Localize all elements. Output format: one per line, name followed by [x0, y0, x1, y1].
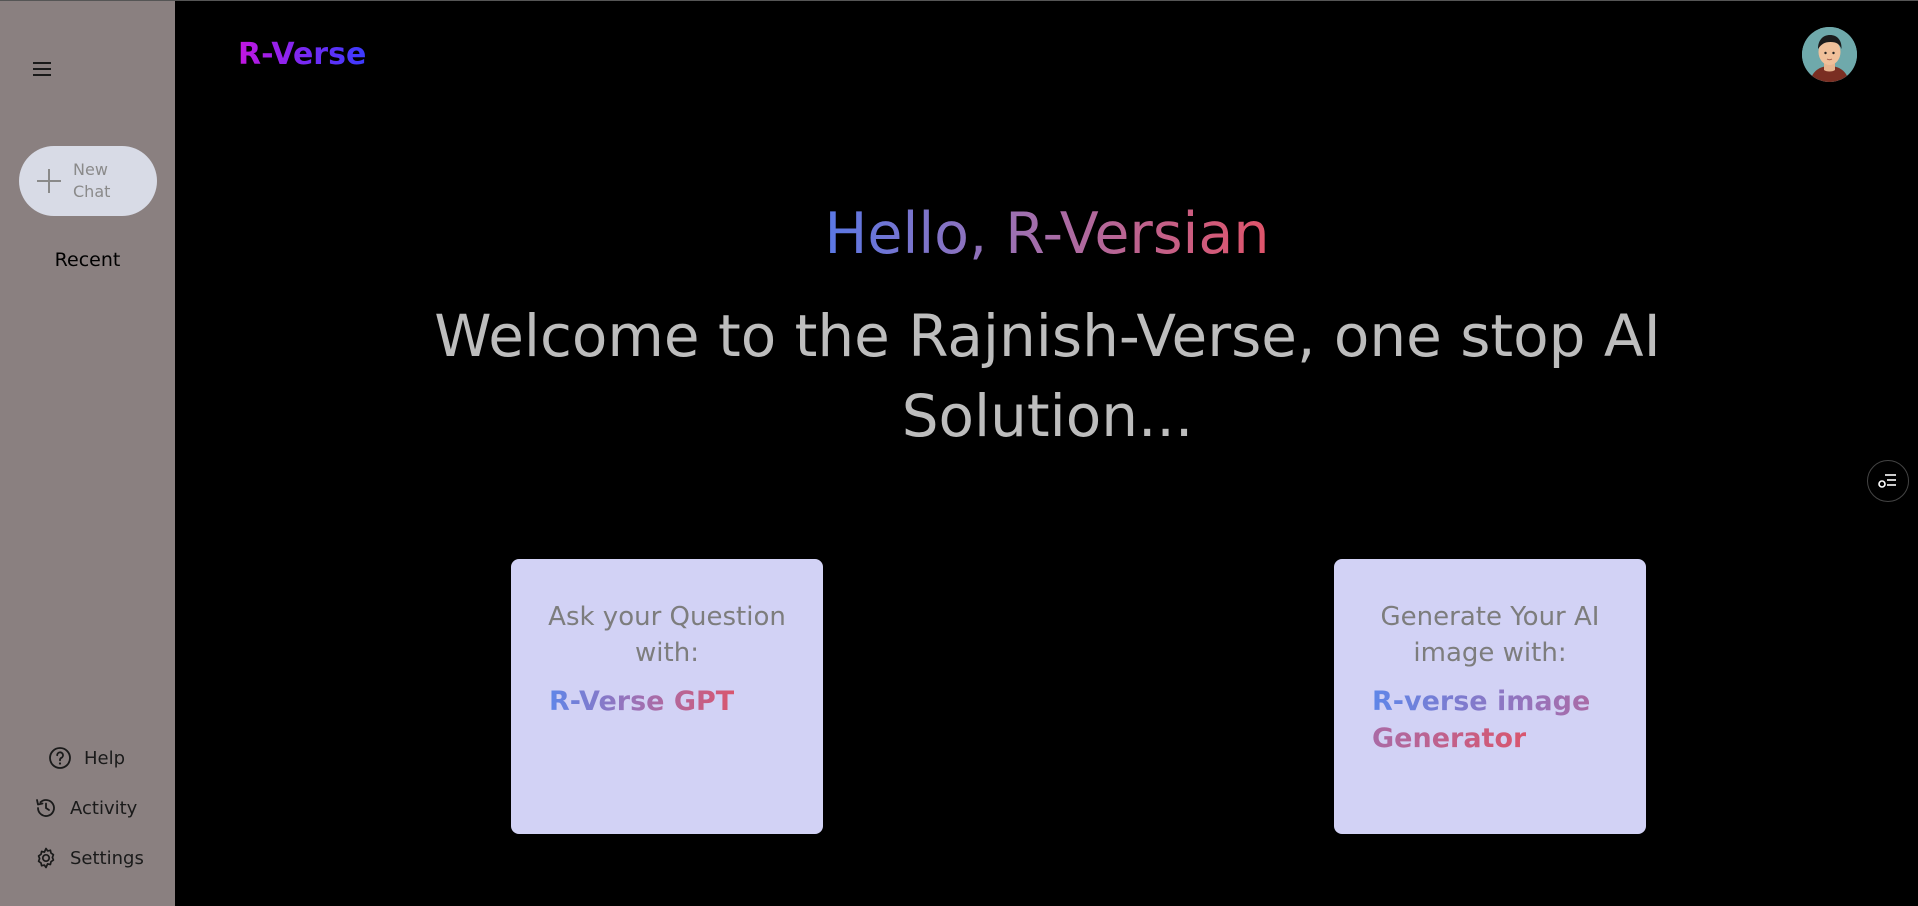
sidebar: New Chat Recent Help Activity Settings	[0, 1, 175, 906]
new-chat-label: New Chat	[73, 160, 111, 201]
new-chat-button[interactable]: New Chat	[19, 146, 157, 216]
help-button[interactable]: Help	[48, 746, 125, 770]
card-brand: R-Verse GPT	[511, 683, 823, 720]
greeting-text: Hello, R-Versian	[824, 201, 1270, 267]
history-icon	[36, 799, 55, 817]
help-label: Help	[84, 747, 126, 769]
settings-button[interactable]: Settings	[34, 846, 144, 870]
image-generator-card[interactable]: Generate Your AI image with: R-verse ima…	[1334, 559, 1646, 834]
card-brand-text: R-Verse GPT	[549, 686, 735, 717]
help-icon	[49, 747, 71, 769]
card-brand: R-verse image Generator	[1334, 683, 1646, 757]
recent-heading: Recent	[54, 249, 121, 271]
activity-button[interactable]: Activity	[34, 796, 137, 820]
plus-icon	[37, 169, 61, 193]
ask-question-card[interactable]: Ask your Question with: R-Verse GPT	[511, 559, 823, 834]
activity-label: Activity	[70, 797, 138, 819]
card-question: Generate Your AI image with:	[1380, 602, 1600, 668]
list-settings-icon	[1878, 474, 1896, 488]
settings-label: Settings	[70, 847, 144, 869]
card-brand-text: R-verse image Generator	[1372, 686, 1591, 754]
user-avatar[interactable]	[1802, 27, 1857, 82]
app-logo[interactable]: R-Verse	[238, 37, 366, 72]
greeting-heading: Hello, R-Versian	[176, 199, 1918, 269]
side-panel-toggle[interactable]	[1867, 460, 1909, 502]
menu-icon[interactable]	[30, 58, 56, 80]
gear-icon	[37, 847, 55, 869]
card-question: Ask your Question with:	[548, 602, 786, 668]
app-window: New Chat Recent Help Activity Settings R…	[0, 0, 1918, 906]
welcome-heading: Welcome to the Rajnish-Verse, one stop A…	[434, 302, 1661, 450]
